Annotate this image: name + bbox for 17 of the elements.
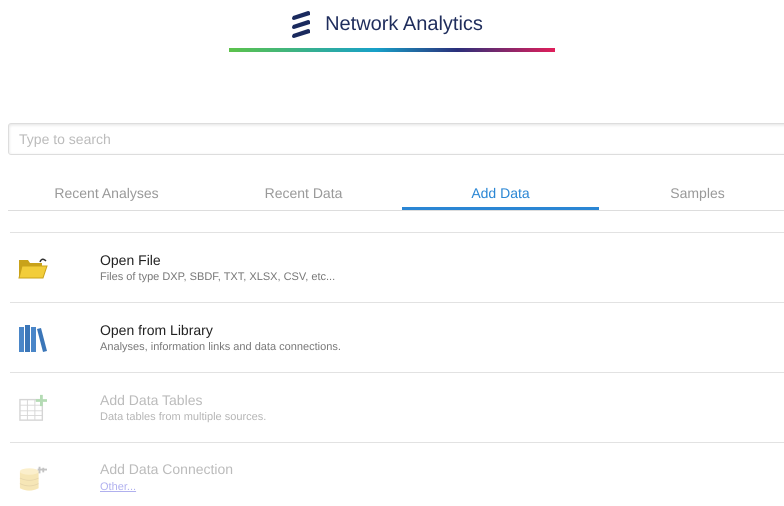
list-item[interactable]: Open File Files of type DXP, SBDF, TXT, XLSX, CSV, etc... — [10, 232, 784, 302]
app-title: Network Analytics — [325, 12, 483, 36]
tab[interactable]: Add Data — [402, 179, 599, 210]
books-icon — [18, 322, 48, 352]
search-field[interactable]: Type to search — [8, 123, 784, 155]
item-title[interactable]: Open from Library — [100, 322, 341, 338]
logo-icon — [291, 10, 312, 38]
tab[interactable]: Recent Analyses — [8, 179, 205, 210]
tab[interactable]: Samples — [599, 179, 784, 210]
item-title[interactable]: Open File — [100, 252, 336, 268]
item-description: Data tables from multiple sources. — [100, 411, 266, 423]
folder-icon — [18, 256, 48, 280]
table-add-icon — [19, 394, 47, 422]
item-description: Analyses, information links and data connections. — [100, 341, 341, 353]
tab[interactable]: Recent Data — [205, 179, 402, 210]
list-item[interactable]: Open from Library Analyses, information links and data connections. — [10, 302, 784, 372]
item-description: Files of type DXP, SBDF, TXT, XLSX, CSV, etc... — [100, 271, 336, 283]
